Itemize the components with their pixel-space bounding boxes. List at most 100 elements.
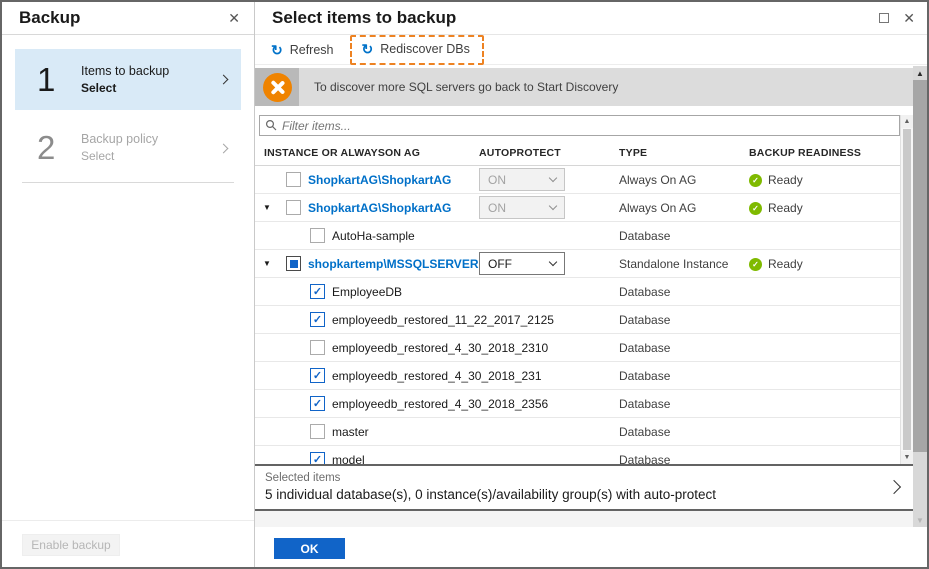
scroll-down-icon[interactable]: ▼ xyxy=(901,451,913,464)
item-name[interactable]: ShopkartAG\ShopkartAG xyxy=(308,201,451,215)
column-header: AUTOPROTECT xyxy=(479,147,561,159)
scroll-down-icon[interactable]: ▼ xyxy=(913,513,927,527)
divider xyxy=(2,520,254,521)
ready-icon: ✓ xyxy=(749,257,762,271)
backup-readiness: ✓ Ready xyxy=(749,257,803,271)
selected-items-summary[interactable]: Selected items 5 individual database(s),… xyxy=(255,464,913,511)
item-name-cell: AutoHa-sample xyxy=(255,222,900,249)
item-name[interactable]: shopkartemp\MSSQLSERVER xyxy=(308,257,478,271)
table-row: ✓ employeedb_restored_11_22_2017_2125 Data… xyxy=(255,306,900,334)
table-row: ShopkartAG\ShopkartAG ON Always On AG ✓ Read… xyxy=(255,166,900,194)
rediscover-label: Rediscover DBs xyxy=(380,41,470,56)
scrollbar-thumb[interactable] xyxy=(913,80,927,452)
close-icon[interactable]: ✕ xyxy=(228,10,240,27)
item-type: Database xyxy=(619,425,671,439)
ready-icon: ✓ xyxy=(749,201,762,215)
item-name-cell: ▼ ShopkartAG\ShopkartAG xyxy=(255,194,900,221)
row-checkbox[interactable]: ✓ xyxy=(310,368,325,383)
table-row: ▼ shopkartemp\MSSQLSERVER OFF Standalone In… xyxy=(255,250,900,278)
readiness-label: Ready xyxy=(768,257,803,271)
rediscover-dbs-button[interactable]: ↻ Rediscover DBs xyxy=(362,42,470,56)
table-row: AutoHa-sample Database xyxy=(255,222,900,250)
banner-icon-strip xyxy=(255,68,299,106)
step-sublabel: Select xyxy=(81,80,117,95)
blade-scrollbar[interactable]: ▲ ▼ xyxy=(913,66,927,527)
expand-icon[interactable]: ▼ xyxy=(263,203,278,212)
select-items-blade: Select items to backup ✕ ↻ Refresh ↻ Red… xyxy=(255,2,927,567)
enable-backup-button: Enable backup xyxy=(22,534,120,556)
table-row: master Database xyxy=(255,418,900,446)
table-row: ✓ model Database xyxy=(255,446,900,464)
item-name: AutoHa-sample xyxy=(332,228,415,243)
left-blade-header: Backup ✕ xyxy=(2,2,254,35)
refresh-button[interactable]: ↻ Refresh xyxy=(271,43,334,57)
item-type: Database xyxy=(619,285,671,299)
expand-icon[interactable]: ▼ xyxy=(263,259,278,268)
info-banner: To discover more SQL servers go back to … xyxy=(255,68,913,106)
row-checkbox[interactable]: ✓ xyxy=(310,312,325,327)
item-name: employeedb_restored_4_30_2018_2356 xyxy=(332,396,549,411)
item-type: Database xyxy=(619,369,671,383)
step-label: Backup policy xyxy=(81,132,159,147)
backup-readiness: ✓ Ready xyxy=(749,201,803,215)
item-name-cell: ✓ employeedb_restored_4_30_2018_2356 xyxy=(255,390,900,417)
maximize-icon[interactable] xyxy=(879,13,890,23)
step-items-to-backup[interactable]: 1 Items to backup Select xyxy=(15,49,241,110)
item-name-cell: ✓ employeedb_restored_4_30_2018_231 xyxy=(255,362,900,389)
banner-message: To discover more SQL servers go back to … xyxy=(314,80,619,94)
item-name: master xyxy=(332,424,369,439)
column-header: BACKUP READINESS xyxy=(749,147,862,159)
item-name-cell: ▼ shopkartemp\MSSQLSERVER xyxy=(255,250,900,277)
row-checkbox[interactable] xyxy=(286,172,301,187)
search-icon xyxy=(265,119,277,131)
row-checkbox[interactable] xyxy=(310,228,325,243)
row-checkbox[interactable] xyxy=(286,256,301,271)
dropdown-value: ON xyxy=(488,200,506,215)
scrollbar-thumb[interactable] xyxy=(903,129,911,450)
ok-button[interactable]: OK xyxy=(274,538,345,559)
item-name-cell: ✓ model xyxy=(255,446,900,464)
step-number: 2 xyxy=(37,129,56,166)
row-checkbox[interactable]: ✓ xyxy=(310,396,325,411)
page-title: Select items to backup xyxy=(272,8,457,27)
item-name: employeedb_restored_4_30_2018_231 xyxy=(332,368,542,383)
item-type: Database xyxy=(619,453,671,464)
step-number: 1 xyxy=(37,60,56,98)
row-checkbox[interactable]: ✓ xyxy=(310,284,325,299)
item-name: EmployeeDB xyxy=(332,284,403,299)
row-checkbox[interactable] xyxy=(286,200,301,215)
item-name-cell: ✓ employeedb_restored_11_22_2017_2125 xyxy=(255,306,900,333)
scroll-up-icon[interactable]: ▲ xyxy=(913,66,927,80)
item-type: Database xyxy=(619,397,671,411)
table-scrollbar[interactable]: ▲ ▼ xyxy=(900,115,913,464)
blade-title: Backup xyxy=(19,8,81,27)
autoprotect-dropdown[interactable]: OFF xyxy=(479,252,565,275)
item-type: Database xyxy=(619,313,671,327)
items-list-region: INSTANCE OR ALWAYSON AG AUTOPROTECT TYPE BA… xyxy=(255,106,913,464)
table-row: employeedb_restored_4_30_2018_2310 Databa… xyxy=(255,334,900,362)
divider xyxy=(22,182,234,183)
table-row: ✓ employeedb_restored_4_30_2018_2356 Datab… xyxy=(255,390,900,418)
selected-items-value: 5 individual database(s), 0 instance(s)/… xyxy=(265,487,716,502)
item-name-cell: master xyxy=(255,418,900,445)
step-backup-policy[interactable]: 2 Backup policy Select xyxy=(15,122,241,174)
item-name[interactable]: ShopkartAG\ShopkartAG xyxy=(308,173,451,187)
item-type: Always On AG xyxy=(619,173,697,187)
close-icon[interactable]: ✕ xyxy=(903,10,915,27)
row-checkbox[interactable] xyxy=(310,340,325,355)
chevron-right-icon xyxy=(886,479,902,495)
scroll-up-icon[interactable]: ▲ xyxy=(901,115,913,128)
blade-content: To discover more SQL servers go back to … xyxy=(255,65,913,567)
table-row: ▼ ShopkartAG\ShopkartAG ON Always On AG ✓ Rea… xyxy=(255,194,900,222)
row-checkbox[interactable] xyxy=(310,424,325,439)
filter-row xyxy=(259,115,900,136)
column-header: TYPE xyxy=(619,147,648,159)
row-checkbox[interactable]: ✓ xyxy=(310,452,325,464)
filter-items-input[interactable] xyxy=(259,115,900,136)
right-blade-header: Select items to backup ✕ xyxy=(255,2,927,35)
table-header-row: INSTANCE OR ALWAYSON AG AUTOPROTECT TYPE BA… xyxy=(255,136,900,165)
dropdown-value: OFF xyxy=(488,256,512,271)
refresh-icon: ↻ xyxy=(361,40,374,57)
item-name: employeedb_restored_11_22_2017_2125 xyxy=(332,312,554,327)
refresh-label: Refresh xyxy=(289,42,334,57)
